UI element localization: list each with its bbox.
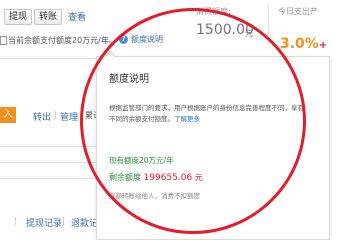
popup-arrow-inner bbox=[105, 52, 115, 58]
popup-title: 额度说明 bbox=[109, 74, 149, 85]
deposit-button[interactable]: 入 bbox=[0, 107, 16, 123]
remaining-limit: 剩余额度 199655.06 元 bbox=[109, 173, 203, 183]
spending-limit-unit: 元 bbox=[245, 29, 253, 38]
view-link[interactable]: 查看 bbox=[68, 10, 86, 23]
remaining-value: 199655.06 bbox=[143, 173, 193, 183]
learn-more-link[interactable]: 了解更多 bbox=[174, 115, 200, 123]
separator: | bbox=[62, 216, 65, 225]
separator: | bbox=[14, 216, 17, 225]
popup-body: 根据监管部门的要求，用户根据账户的身份信息完善程度不同，享有不同的余额支付额度。… bbox=[109, 104, 304, 123]
limit-explain-popup: 额度说明 根据监管部门的要求，用户根据账户的身份信息完善程度不同，享有不同的余额… bbox=[96, 56, 330, 240]
limit-text: 当前余额支付额度20万元/年。 bbox=[0, 35, 117, 46]
current-limit: 现有额度20万元/年 bbox=[109, 156, 174, 165]
manage-link[interactable]: 管理 bbox=[60, 110, 78, 123]
checkbox-icon bbox=[0, 36, 7, 45]
transfer-out-link[interactable]: 转出 bbox=[33, 110, 51, 123]
deposit-label: 入 bbox=[3, 110, 13, 120]
separator: | bbox=[80, 110, 83, 119]
separator: | bbox=[54, 110, 57, 119]
transfer-button[interactable]: 转账 bbox=[34, 9, 62, 25]
info-icon: ? bbox=[119, 35, 128, 44]
withdraw-button[interactable]: 提现 bbox=[4, 9, 32, 25]
rate-value: 3.0%+ bbox=[280, 36, 328, 52]
withdraw-record-link[interactable]: 提现记录 bbox=[26, 216, 62, 229]
limit-explain-link[interactable]: 额度说明 bbox=[131, 34, 163, 45]
popup-footer: 余额转账给他人，消费不扣额度 bbox=[109, 192, 200, 200]
today-label: 今日支出产 bbox=[278, 7, 318, 16]
spending-limit-label: 消费额度: bbox=[196, 7, 231, 16]
